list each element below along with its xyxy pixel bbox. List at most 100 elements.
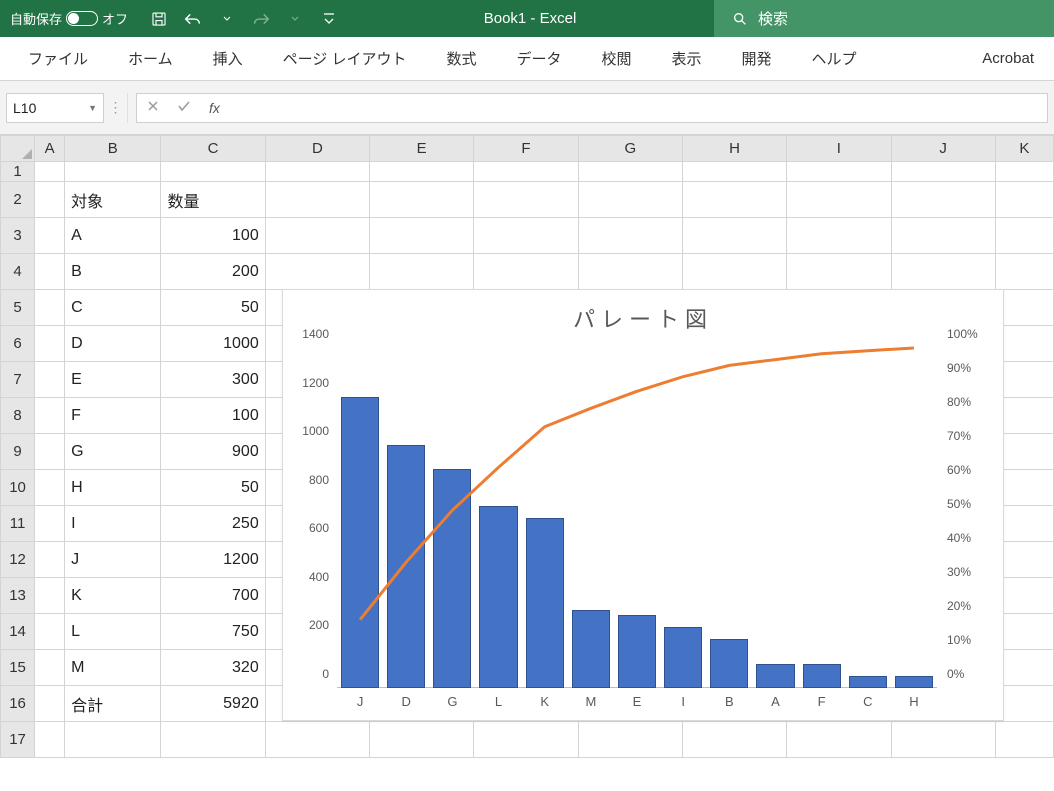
tab-pagelayout[interactable]: ページ レイアウト (263, 38, 427, 79)
col-header[interactable]: F (474, 136, 578, 162)
col-header[interactable]: K (995, 136, 1053, 162)
col-header[interactable]: D (265, 136, 369, 162)
tab-file[interactable]: ファイル (8, 38, 108, 79)
cell[interactable] (787, 218, 891, 254)
cell[interactable] (35, 162, 65, 182)
search-box[interactable]: 検索 (714, 0, 1054, 37)
cell[interactable]: 100 (161, 398, 265, 434)
row-header[interactable]: 16 (1, 686, 35, 722)
cell[interactable] (35, 290, 65, 326)
cell[interactable] (370, 182, 474, 218)
cell[interactable] (995, 326, 1053, 362)
cell[interactable] (891, 254, 995, 290)
cell[interactable] (35, 218, 65, 254)
cell[interactable] (65, 162, 161, 182)
cell[interactable] (891, 162, 995, 182)
cell[interactable]: 数量 (161, 182, 265, 218)
cell[interactable] (891, 722, 995, 758)
undo-dropdown[interactable] (210, 1, 244, 37)
cell[interactable]: 200 (161, 254, 265, 290)
cell[interactable] (474, 722, 578, 758)
cell[interactable] (265, 162, 369, 182)
cell[interactable] (995, 362, 1053, 398)
cell[interactable] (787, 162, 891, 182)
cell[interactable] (578, 722, 682, 758)
tab-review[interactable]: 校閲 (582, 38, 652, 79)
cell[interactable] (682, 218, 786, 254)
cell[interactable] (787, 254, 891, 290)
row-header[interactable]: 12 (1, 542, 35, 578)
cell[interactable]: G (65, 434, 161, 470)
cell[interactable] (265, 722, 369, 758)
save-button[interactable] (142, 1, 176, 37)
cell[interactable] (995, 506, 1053, 542)
tab-help[interactable]: ヘルプ (792, 38, 877, 79)
cell[interactable] (995, 254, 1053, 290)
cell[interactable] (578, 182, 682, 218)
cell[interactable]: H (65, 470, 161, 506)
cell[interactable]: 320 (161, 650, 265, 686)
cell[interactable] (35, 722, 65, 758)
row-header[interactable]: 6 (1, 326, 35, 362)
cell[interactable] (995, 218, 1053, 254)
col-header[interactable]: B (65, 136, 161, 162)
pareto-chart[interactable]: パレート図 0200400600800100012001400 0%10%20%… (282, 289, 1004, 721)
redo-button[interactable] (244, 1, 278, 37)
cell[interactable]: K (65, 578, 161, 614)
cell[interactable] (265, 182, 369, 218)
cancel-formula-button[interactable] (147, 99, 159, 116)
cell[interactable] (682, 254, 786, 290)
autosave-toggle[interactable]: 自動保存 オフ (0, 9, 138, 28)
cell[interactable]: C (65, 290, 161, 326)
cell[interactable]: B (65, 254, 161, 290)
cell[interactable] (35, 182, 65, 218)
cell[interactable]: D (65, 326, 161, 362)
cell[interactable] (370, 218, 474, 254)
cell[interactable] (474, 218, 578, 254)
fx-icon[interactable]: fx (209, 100, 220, 116)
cell[interactable] (265, 218, 369, 254)
cell[interactable] (891, 218, 995, 254)
col-header[interactable]: I (787, 136, 891, 162)
row-header[interactable]: 5 (1, 290, 35, 326)
cell[interactable] (995, 686, 1053, 722)
tab-formulas[interactable]: 数式 (426, 38, 496, 79)
cell[interactable]: 250 (161, 506, 265, 542)
cell[interactable] (578, 162, 682, 182)
cell[interactable] (474, 162, 578, 182)
cell[interactable] (995, 290, 1053, 326)
cell[interactable]: L (65, 614, 161, 650)
cell[interactable] (891, 182, 995, 218)
cell[interactable]: 50 (161, 470, 265, 506)
row-header[interactable]: 14 (1, 614, 35, 650)
row-header[interactable]: 1 (1, 162, 35, 182)
cell[interactable] (35, 506, 65, 542)
tab-data[interactable]: データ (496, 38, 581, 79)
qat-customize-button[interactable] (312, 1, 346, 37)
row-header[interactable]: 10 (1, 470, 35, 506)
cell[interactable]: 1000 (161, 326, 265, 362)
row-header[interactable]: 13 (1, 578, 35, 614)
cell[interactable] (370, 254, 474, 290)
cell[interactable] (474, 182, 578, 218)
cell[interactable]: 100 (161, 218, 265, 254)
row-header[interactable]: 8 (1, 398, 35, 434)
cell[interactable] (35, 614, 65, 650)
cell[interactable] (682, 722, 786, 758)
row-header[interactable]: 3 (1, 218, 35, 254)
cell[interactable] (35, 686, 65, 722)
row-header[interactable]: 2 (1, 182, 35, 218)
cell[interactable] (995, 182, 1053, 218)
cell[interactable] (35, 362, 65, 398)
cell[interactable]: 750 (161, 614, 265, 650)
cell[interactable] (578, 254, 682, 290)
cell[interactable] (578, 218, 682, 254)
cell[interactable] (65, 722, 161, 758)
cell[interactable] (995, 650, 1053, 686)
tab-view[interactable]: 表示 (652, 38, 722, 79)
cell[interactable] (682, 182, 786, 218)
row-header[interactable]: 17 (1, 722, 35, 758)
formula-input[interactable] (238, 100, 1037, 116)
cell[interactable] (474, 254, 578, 290)
cell[interactable] (35, 326, 65, 362)
